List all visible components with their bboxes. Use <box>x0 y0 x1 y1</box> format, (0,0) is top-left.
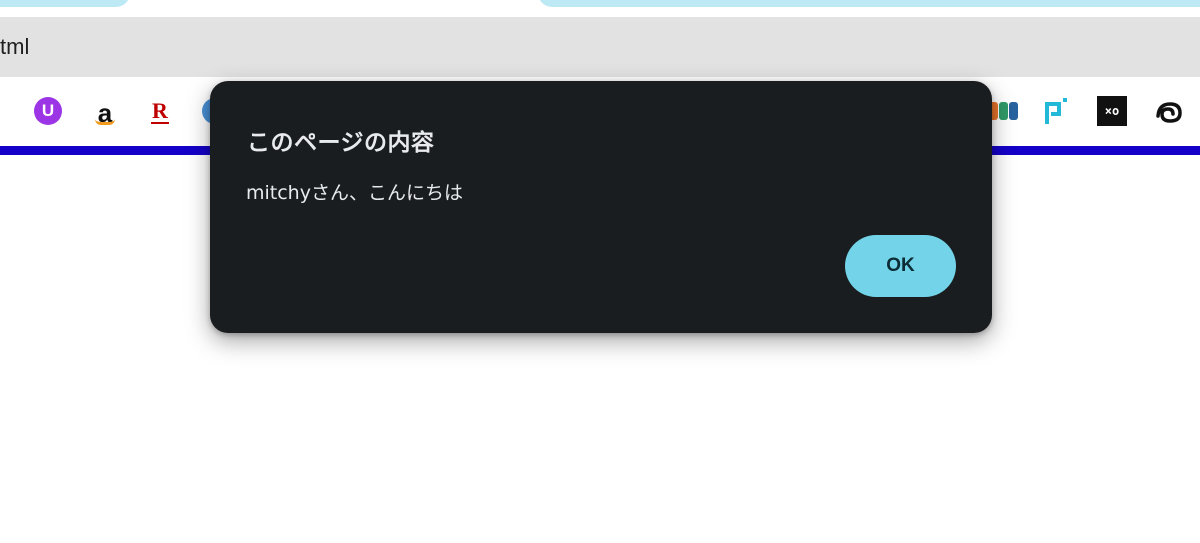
tb-icon-part <box>998 102 1008 120</box>
screen: tml U a R ×o このページの内容 mitchyさん、こんにちは OK <box>0 0 1200 543</box>
dialog-message: mitchyさん、こんにちは <box>246 182 463 204</box>
u-icon: U <box>34 97 62 125</box>
tab-left[interactable] <box>0 0 130 7</box>
tb-icon-part <box>1008 102 1018 120</box>
amazon-smile-icon <box>95 119 115 125</box>
tab-active[interactable] <box>538 0 1200 7</box>
ok-button[interactable]: OK <box>845 235 956 297</box>
bookmark-tb[interactable] <box>988 96 1018 126</box>
alert-dialog: このページの内容 mitchyさん、こんにちは OK <box>210 81 992 333</box>
rakuten-underline <box>151 122 169 124</box>
tab-strip <box>0 0 1200 17</box>
bookmark-swirl[interactable] <box>1154 96 1184 126</box>
bookmark-rakuten[interactable]: R <box>145 96 175 126</box>
bookmark-u[interactable]: U <box>33 96 63 126</box>
dialog-title: このページの内容 <box>247 130 435 156</box>
pixel-p-icon <box>1045 98 1067 124</box>
bookmark-p[interactable] <box>1041 96 1071 126</box>
swirl-icon <box>1156 102 1182 123</box>
bookmark-glasses[interactable]: ×o <box>1097 96 1127 126</box>
rakuten-icon: R <box>152 98 168 123</box>
glasses-icon: ×o <box>1097 96 1127 126</box>
bookmark-amazon[interactable]: a <box>90 96 120 128</box>
url-text[interactable]: tml <box>0 17 29 77</box>
address-bar[interactable] <box>0 17 1200 77</box>
